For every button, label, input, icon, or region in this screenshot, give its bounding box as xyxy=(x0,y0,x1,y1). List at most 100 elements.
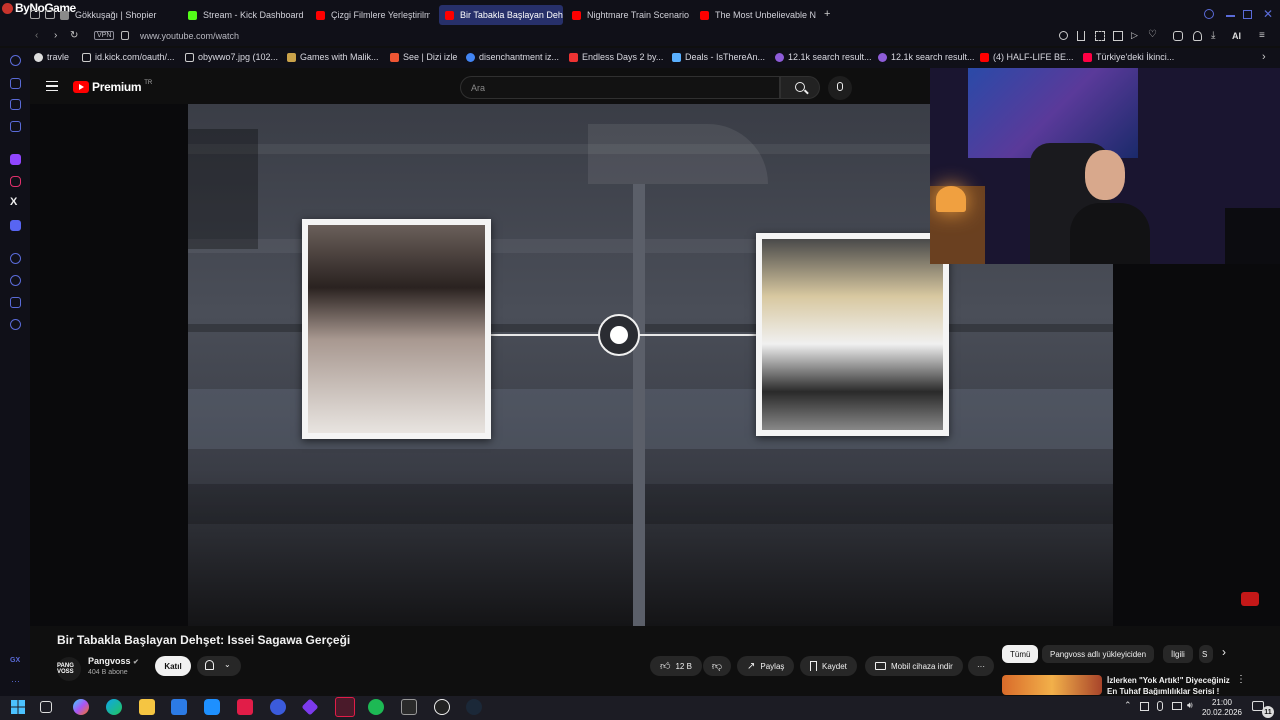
search-tabs-icon[interactable] xyxy=(1204,9,1214,19)
chips-next-icon[interactable]: › xyxy=(1222,645,1226,659)
bookmark-games-with-malik[interactable]: Games with Malik... xyxy=(287,52,379,62)
url-field[interactable]: www.youtube.com/watch xyxy=(140,31,239,41)
menu-icon[interactable]: ≡ xyxy=(1259,30,1265,41)
more-actions-button[interactable]: ··· xyxy=(968,656,994,676)
recommendation-menu-icon[interactable]: ⋮ xyxy=(1236,674,1246,685)
zoom-icon[interactable] xyxy=(1059,31,1068,40)
tray-mic-icon[interactable] xyxy=(1157,701,1163,711)
app-icon[interactable] xyxy=(270,699,286,715)
tray-chevron-up-icon[interactable]: ⌃ xyxy=(1124,700,1132,711)
extension-icon[interactable] xyxy=(1113,31,1123,41)
join-button[interactable]: Katıl xyxy=(155,656,191,676)
cube-icon[interactable] xyxy=(1173,31,1183,41)
file-explorer-icon[interactable] xyxy=(139,699,155,715)
mail-icon[interactable] xyxy=(10,121,21,132)
chip-related[interactable]: İlgili xyxy=(1163,645,1193,663)
youtube-logo[interactable]: Premium TR xyxy=(73,80,152,94)
opera-gx-icon[interactable] xyxy=(335,697,355,717)
tab-kick-dashboard[interactable]: Stream - Kick Dashboard xyxy=(188,5,308,25)
edge-icon[interactable] xyxy=(106,699,122,715)
maximize-icon[interactable] xyxy=(1243,10,1252,19)
tab-bir-tabakla-active[interactable]: Bir Tabakla Başlayan Dehşe xyxy=(439,5,563,25)
dislike-button[interactable]: 👎︎ xyxy=(703,656,731,676)
minimize-icon[interactable] xyxy=(1226,15,1235,17)
bookmark-kick-oauth[interactable]: id.kick.com/oauth/... xyxy=(82,52,175,62)
store-icon[interactable] xyxy=(171,699,187,715)
task-view-icon[interactable] xyxy=(40,701,52,713)
twitch-icon[interactable] xyxy=(10,154,21,165)
profile-icon[interactable] xyxy=(1193,31,1202,41)
instagram-icon[interactable] xyxy=(10,176,21,187)
channel-avatar[interactable]: PANG VOSS xyxy=(57,657,81,681)
like-button[interactable]: 👍︎ 12 B xyxy=(650,656,702,676)
ai-button[interactable]: AI xyxy=(1232,31,1241,41)
spotify-icon[interactable] xyxy=(368,699,384,715)
close-icon[interactable]: ✕ xyxy=(1263,7,1273,21)
tab-nightmare-train[interactable]: Nightmare Train Scenario xyxy=(572,5,690,25)
chip-all[interactable]: Tümü xyxy=(1002,645,1039,663)
snapshot-icon[interactable] xyxy=(1095,31,1105,41)
bookmark-isthereany[interactable]: Deals - IsThereAn... xyxy=(672,52,765,62)
vivaldi-icon[interactable] xyxy=(237,699,253,715)
mail-app-icon[interactable] xyxy=(204,699,220,715)
bookmark-turkiye[interactable]: Türkiye'deki İkinci... xyxy=(1083,52,1174,62)
download-icon[interactable]: ⤓ xyxy=(1211,30,1215,41)
channel-watermark-icon[interactable] xyxy=(1241,592,1259,606)
tab-most-unbelievable[interactable]: The Most Unbelievable Na xyxy=(700,5,816,25)
bookmark-obywwo7[interactable]: obywwo7.jpg (102... xyxy=(185,52,278,62)
notes-icon[interactable] xyxy=(10,99,21,110)
more-icon[interactable]: ··· xyxy=(11,676,20,686)
network-icon[interactable] xyxy=(1172,702,1182,710)
windows-start-icon[interactable] xyxy=(10,699,26,715)
new-tab-button[interactable]: + xyxy=(824,8,830,20)
share-button[interactable]: ↗ Paylaş xyxy=(737,656,795,676)
bookmark-search-results-1[interactable]: 12.1k search result... xyxy=(775,52,872,62)
search-button[interactable] xyxy=(780,76,820,99)
settings-icon[interactable] xyxy=(10,319,21,330)
chip-from-uploader[interactable]: Pangvoss adlı yükleyiciden xyxy=(1042,645,1155,663)
bookmarks-overflow-icon[interactable]: › xyxy=(1262,51,1266,63)
discord-icon[interactable] xyxy=(10,220,21,231)
sync-icon[interactable] xyxy=(10,55,21,66)
recommendation-thumbnail[interactable] xyxy=(1002,675,1102,695)
gx-icon[interactable]: GX xyxy=(10,657,20,664)
extensions-icon[interactable] xyxy=(10,297,21,308)
notification-bell-button[interactable]: ⌄ xyxy=(197,656,241,676)
voice-search-button[interactable] xyxy=(828,76,852,100)
bookmark-dizi-izle[interactable]: See | Dizi izle xyxy=(390,52,457,62)
bookmark-travle[interactable]: travle xyxy=(34,52,69,62)
bookmark-endless-days[interactable]: Endless Days 2 by... xyxy=(569,52,663,62)
pin-icon[interactable] xyxy=(1077,31,1085,41)
channel-name[interactable]: Pangvoss ✔ xyxy=(88,656,139,666)
sidebar-toggle-icon[interactable] xyxy=(30,10,40,19)
vpn-badge[interactable]: VPN xyxy=(94,31,115,40)
obs-icon[interactable] xyxy=(434,699,450,715)
tray-app-icon[interactable] xyxy=(1140,702,1149,711)
chip-partial[interactable]: S xyxy=(1199,645,1213,663)
tab-cizgi-filmlere[interactable]: Çizgi Filmlere Yerleştirilmiş xyxy=(316,5,430,25)
copilot-icon[interactable] xyxy=(73,699,89,715)
taskbar-clock[interactable]: 21:00 20.02.2026 xyxy=(1200,698,1244,718)
search-input[interactable]: Ara xyxy=(460,76,780,99)
epic-games-icon[interactable] xyxy=(401,699,417,715)
recommendation-title[interactable]: İzlerken "Yok Artık!" Diyeceğiniz En Tuh… xyxy=(1107,675,1237,695)
bookmark-half-life[interactable]: (4) HALF-LIFE BE... xyxy=(980,52,1074,62)
save-button[interactable]: Kaydet xyxy=(800,656,857,676)
player-icon[interactable] xyxy=(10,253,21,264)
steam-icon[interactable] xyxy=(466,699,482,715)
download-button[interactable]: Mobil cihaza indir xyxy=(865,656,963,676)
clock-icon[interactable] xyxy=(10,275,21,286)
play-icon[interactable]: ▷ xyxy=(1131,30,1138,41)
history-icon[interactable] xyxy=(10,78,21,89)
x-icon[interactable]: X xyxy=(10,196,17,208)
back-icon[interactable]: ‹ xyxy=(35,30,38,41)
reload-icon[interactable]: ↻ xyxy=(70,30,78,41)
workspaces-icon[interactable] xyxy=(45,10,55,19)
lock-icon[interactable] xyxy=(121,31,129,40)
forward-icon[interactable]: › xyxy=(54,30,57,41)
bookmark-disenchantment[interactable]: disenchantment iz... xyxy=(466,52,559,62)
hamburger-menu-icon[interactable] xyxy=(46,81,58,91)
heart-icon[interactable]: ♡ xyxy=(1148,29,1157,40)
bookmark-search-results-2[interactable]: 12.1k search result... xyxy=(878,52,975,62)
volume-icon[interactable]: 🔊︎ xyxy=(1187,700,1193,711)
